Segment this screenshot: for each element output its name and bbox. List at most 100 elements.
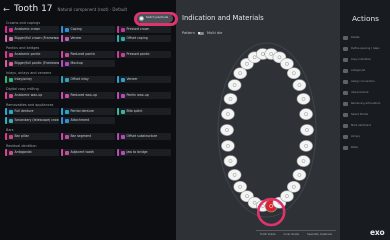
action-icon <box>343 112 348 117</box>
tooth[interactable] <box>221 140 235 152</box>
indication-icon <box>8 150 13 155</box>
section-label: Removables and appliances <box>6 103 54 107</box>
action-icon <box>343 90 348 95</box>
tooth-shade-label[interactable]: Tooth shade <box>260 233 276 236</box>
indication-icon <box>120 27 125 32</box>
tooth[interactable] <box>299 140 313 152</box>
indication-grid: Inlay/onlay Offset inlay Veneer <box>5 76 171 83</box>
tooth-chart[interactable] <box>195 38 340 228</box>
indication-tile[interactable]: Offset substructure <box>117 133 171 140</box>
action-item[interactable]: Remaining articulators <box>343 100 389 107</box>
indication-tile[interactable]: Offset inlay <box>61 76 115 83</box>
indication-tile[interactable]: Anatomic crown <box>5 26 59 33</box>
action-item[interactable]: Delete <box>343 34 389 41</box>
indication-tile[interactable]: Veneer <box>61 35 115 42</box>
indication-tile[interactable]: Mockup <box>61 60 115 67</box>
indication-tile[interactable]: Pressed pontic <box>117 51 171 58</box>
indication-label: Secondary (telescope) crown <box>14 117 60 122</box>
indication-label: Reduced pontic <box>70 51 96 56</box>
action-item[interactable]: Paste <box>343 144 389 151</box>
tooth[interactable] <box>299 108 313 120</box>
indication-tile[interactable]: Anatomic wax-up <box>5 92 59 99</box>
indication-icon <box>8 134 13 139</box>
indication-tile[interactable]: Coping <box>61 26 115 33</box>
indication-label: Anatomic crown <box>14 26 41 31</box>
indication-icon <box>8 118 13 123</box>
indication-tile[interactable]: Jaw to bridge <box>117 149 171 156</box>
switch-label: Switch jaw/mode <box>146 16 169 20</box>
indication-icon <box>8 93 13 98</box>
indication-label: Adjacent tooth <box>70 149 94 154</box>
indication-tile[interactable]: Anatomic pontic <box>5 51 59 58</box>
indication-label: Offset inlay <box>70 76 89 81</box>
tooth[interactable] <box>292 79 307 91</box>
indication-label: Veneer <box>126 76 138 81</box>
action-item[interactable]: Copy indication <box>343 56 389 63</box>
tooth[interactable] <box>287 67 301 80</box>
indication-tile[interactable]: Bite splint <box>117 108 171 115</box>
indication-tile[interactable]: Offset coping <box>117 35 171 42</box>
action-item[interactable]: Select Shade <box>343 111 389 118</box>
tooth[interactable] <box>233 181 248 193</box>
indication-tile[interactable]: Veneer <box>117 76 171 83</box>
back-arrow-icon[interactable]: ← <box>3 5 11 14</box>
indication-grid: Bar pillar Bar segment Offset substructure <box>5 133 171 140</box>
indication-tile[interactable]: Pontic wax-up <box>117 92 171 99</box>
action-item[interactable]: Assign connectors <box>343 78 389 85</box>
specialty-materials-label[interactable]: Specialty materials <box>307 233 332 236</box>
tooth[interactable] <box>280 190 294 202</box>
indication-icon <box>8 36 13 41</box>
indication-tile[interactable]: Reduced wax-up <box>61 92 115 99</box>
indication-tile[interactable]: Reduced pontic <box>61 51 115 58</box>
indication-label: Bar pillar <box>14 133 29 138</box>
indication-tile[interactable]: Secondary (telescope) crown <box>5 117 59 124</box>
tooth[interactable] <box>280 57 294 70</box>
indication-icon <box>8 61 13 66</box>
indication-icon <box>64 27 69 32</box>
indication-tile[interactable]: Antagonist <box>5 149 59 156</box>
indication-tile[interactable]: Bigger/full crown (Framework) <box>5 35 59 42</box>
indication-tile[interactable]: Attachment <box>61 117 115 124</box>
indication-tile[interactable]: Pressed crown <box>117 26 171 33</box>
tooth[interactable] <box>296 155 311 167</box>
indication-icon <box>64 36 69 41</box>
indication-tile[interactable]: Bar segment <box>61 133 115 140</box>
indication-label: Bigger/full crown (Framework) <box>14 35 60 40</box>
tooth[interactable] <box>287 181 301 193</box>
action-icon <box>343 123 348 128</box>
tooth[interactable] <box>221 108 235 120</box>
indication-icon <box>64 93 69 98</box>
tooth[interactable] <box>292 169 307 181</box>
action-label: Paste <box>351 146 359 149</box>
multi-die-toggle[interactable] <box>197 31 204 35</box>
tooth[interactable] <box>300 124 314 136</box>
indication-tile[interactable]: Partial denture <box>61 108 115 115</box>
indication-tile[interactable]: Full denture <box>5 108 59 115</box>
action-item[interactable]: Mark abutment <box>343 122 389 129</box>
tooth[interactable] <box>223 155 238 167</box>
material-bar: Tooth shade Inner shade Specialty materi… <box>256 230 336 237</box>
indication-tile[interactable]: Adjacent tooth <box>61 149 115 156</box>
tooth[interactable] <box>233 67 248 80</box>
tooth[interactable] <box>227 79 242 91</box>
pattern-row: Pattern Multi die <box>182 31 222 35</box>
indication-tile[interactable]: Bigger/full pontic (Framework) <box>5 60 59 67</box>
tooth[interactable] <box>223 93 238 105</box>
brand-logo: exo <box>370 228 385 237</box>
action-item[interactable]: Antagonist <box>343 67 389 74</box>
action-item[interactable]: Interproximal <box>343 89 389 96</box>
tooth[interactable] <box>220 124 234 136</box>
center-title: Indication and Materials <box>182 14 264 22</box>
action-item[interactable]: Library <box>343 133 389 140</box>
switch-jaw-button[interactable]: Switch jaw/mode <box>137 14 173 23</box>
indication-tile[interactable]: Inlay/onlay <box>5 76 59 83</box>
indication-tile[interactable]: Bar pillar <box>5 133 59 140</box>
actions-title: Actions <box>352 14 379 23</box>
action-icon <box>343 35 348 40</box>
tooth[interactable] <box>296 93 311 105</box>
inner-shade-label[interactable]: Inner shade <box>284 233 299 236</box>
indication-label: Inlay/onlay <box>14 76 32 81</box>
indication-icon <box>64 61 69 66</box>
tooth[interactable] <box>227 169 242 181</box>
action-item[interactable]: Define spacing / Gaps <box>343 45 389 52</box>
